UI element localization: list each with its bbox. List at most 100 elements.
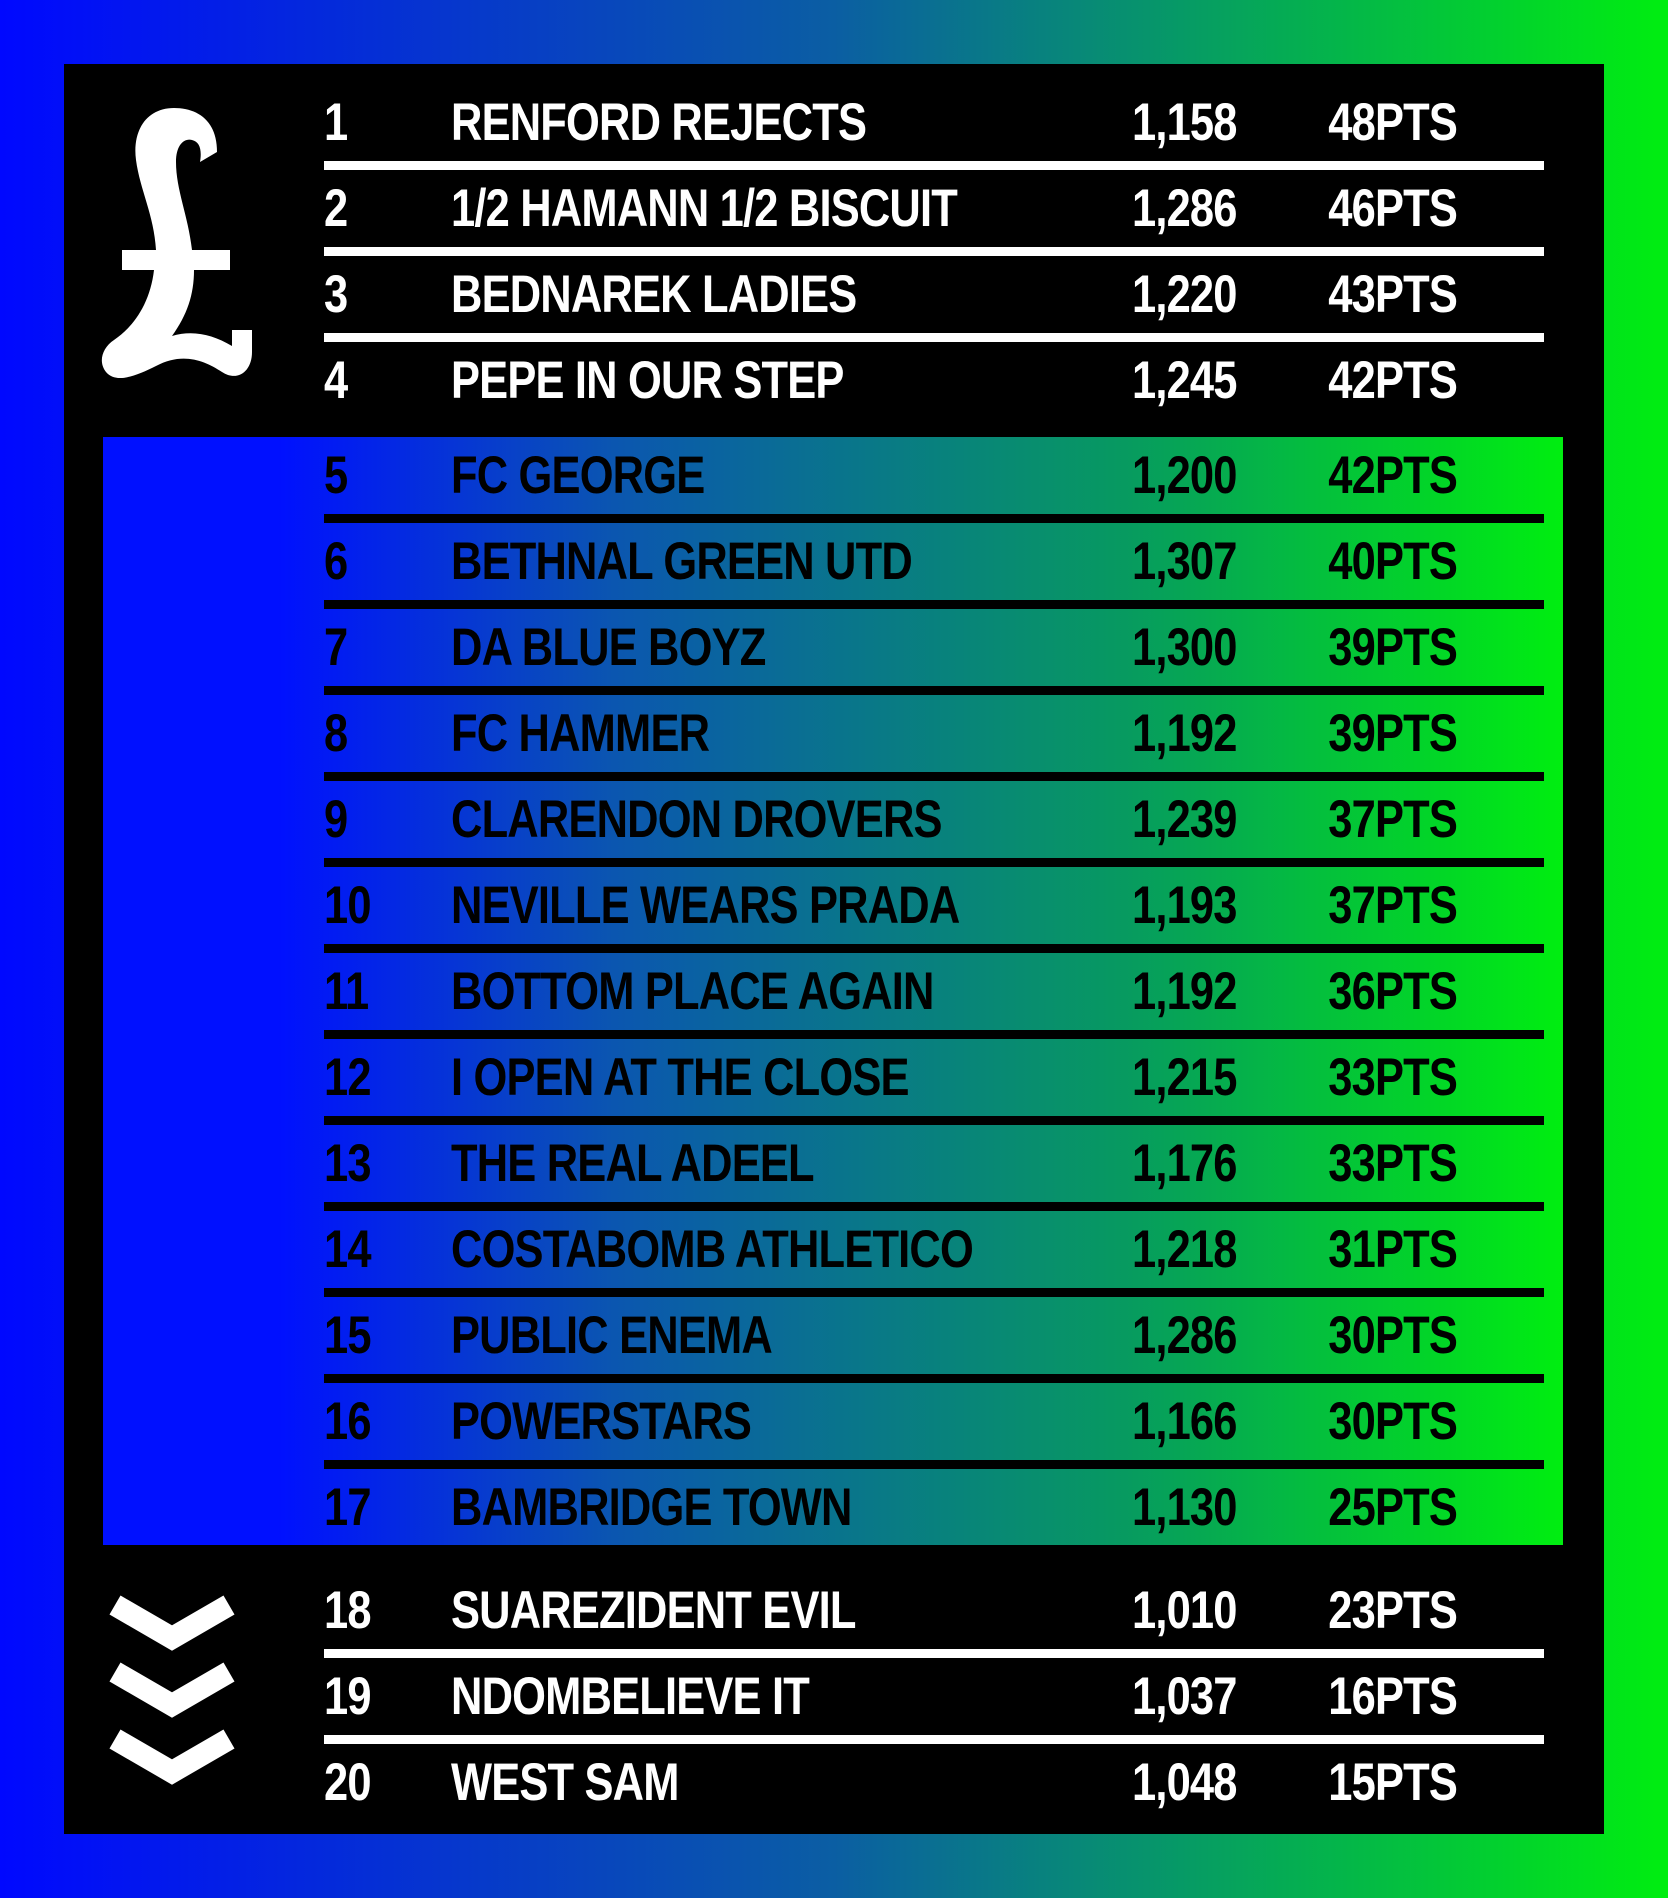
table-row: 17 BAMBRIDGE TOWN 1,130 25PTS: [324, 1465, 1544, 1551]
row-value: 1,158: [1132, 93, 1237, 152]
row-team-name: COSTABOMB ATHLETICO: [451, 1220, 974, 1279]
table-row: 3 BEDNAREK LADIES 1,220 43PTS: [324, 252, 1544, 338]
row-points: 42PTS: [1328, 446, 1458, 505]
table-row: 11 BOTTOM PLACE AGAIN 1,192 36PTS: [324, 949, 1544, 1035]
row-value: 1,010: [1132, 1581, 1237, 1640]
row-value: 1,193: [1132, 876, 1237, 935]
row-value: 1,200: [1132, 446, 1237, 505]
row-team-name: SUAREZIDENT EVIL: [451, 1581, 856, 1640]
row-team-name: BAMBRIDGE TOWN: [451, 1478, 852, 1537]
row-points: 39PTS: [1328, 704, 1458, 763]
row-value: 1,176: [1132, 1134, 1237, 1193]
row-points: 43PTS: [1328, 265, 1458, 324]
row-points: 42PTS: [1328, 351, 1458, 410]
row-points: 36PTS: [1328, 962, 1458, 1021]
row-points: 37PTS: [1328, 790, 1458, 849]
row-value: 1,166: [1132, 1392, 1237, 1451]
row-value: 1,192: [1132, 704, 1237, 763]
row-team-name: POWERSTARS: [451, 1392, 752, 1451]
row-position: 2: [324, 179, 348, 238]
row-points: 40PTS: [1328, 532, 1458, 591]
row-points: 25PTS: [1328, 1478, 1458, 1537]
row-team-name: PEPE IN OUR STEP: [451, 351, 844, 410]
table-row: 18 SUAREZIDENT EVIL 1,010 23PTS: [324, 1568, 1544, 1654]
row-position: 4: [324, 351, 348, 410]
row-team-name: PUBLIC ENEMA: [451, 1306, 773, 1365]
table-row: 15 PUBLIC ENEMA 1,286 30PTS: [324, 1293, 1544, 1379]
row-value: 1,215: [1132, 1048, 1237, 1107]
row-value: 1,192: [1132, 962, 1237, 1021]
row-team-name: NEVILLE WEARS PRADA: [451, 876, 960, 935]
row-position: 14: [324, 1220, 372, 1279]
row-position: 3: [324, 265, 348, 324]
row-position: 6: [324, 532, 348, 591]
row-value: 1,300: [1132, 618, 1237, 677]
table-row: 5 FC GEORGE 1,200 42PTS: [324, 433, 1544, 519]
row-points: 46PTS: [1328, 179, 1458, 238]
row-position: 18: [324, 1581, 372, 1640]
table-row: 12 I OPEN AT THE CLOSE 1,215 33PTS: [324, 1035, 1544, 1121]
row-points: 23PTS: [1328, 1581, 1458, 1640]
table-row: 6 BETHNAL GREEN UTD 1,307 40PTS: [324, 519, 1544, 605]
row-position: 15: [324, 1306, 372, 1365]
row-team-name: I OPEN AT THE CLOSE: [451, 1048, 910, 1107]
row-value: 1,220: [1132, 265, 1237, 324]
row-team-name: DA BLUE BOYZ: [451, 618, 766, 677]
row-position: 17: [324, 1478, 372, 1537]
row-position: 8: [324, 704, 348, 763]
row-position: 11: [324, 962, 369, 1021]
row-position: 16: [324, 1392, 372, 1451]
row-value: 1,245: [1132, 351, 1237, 410]
row-position: 5: [324, 446, 348, 505]
table-row: 13 THE REAL ADEEL 1,176 33PTS: [324, 1121, 1544, 1207]
row-points: 39PTS: [1328, 618, 1458, 677]
table-row: 1 RENFORD REJECTS 1,158 48PTS: [324, 80, 1544, 166]
row-value: 1,048: [1132, 1753, 1237, 1812]
row-team-name: FC HAMMER: [451, 704, 710, 763]
table-row: 9 CLARENDON DROVERS 1,239 37PTS: [324, 777, 1544, 863]
row-points: 33PTS: [1328, 1048, 1458, 1107]
row-value: 1,130: [1132, 1478, 1237, 1537]
table-row: 7 DA BLUE BOYZ 1,300 39PTS: [324, 605, 1544, 691]
row-position: 9: [324, 790, 348, 849]
row-points: 31PTS: [1328, 1220, 1458, 1279]
row-position: 20: [324, 1753, 372, 1812]
row-team-name: NDOMBELIEVE IT: [451, 1667, 810, 1726]
row-points: 37PTS: [1328, 876, 1458, 935]
table-row: 20 WEST SAM 1,048 15PTS: [324, 1740, 1544, 1826]
table-row: 8 FC HAMMER 1,192 39PTS: [324, 691, 1544, 777]
row-value: 1,286: [1132, 1306, 1237, 1365]
row-points: 16PTS: [1328, 1667, 1458, 1726]
row-team-name: WEST SAM: [451, 1753, 679, 1812]
row-team-name: BOTTOM PLACE AGAIN: [451, 962, 934, 1021]
relegation-chevrons-icon: [109, 1595, 235, 1785]
row-position: 13: [324, 1134, 372, 1193]
row-points: 48PTS: [1328, 93, 1458, 152]
row-team-name: 1/2 HAMANN 1/2 BISCUIT: [451, 179, 958, 238]
row-team-name: FC GEORGE: [451, 446, 705, 505]
table-row: 2 1/2 HAMANN 1/2 BISCUIT 1,286 46PTS: [324, 166, 1544, 252]
row-value: 1,286: [1132, 179, 1237, 238]
row-team-name: BETHNAL GREEN UTD: [451, 532, 913, 591]
row-value: 1,037: [1132, 1667, 1237, 1726]
row-position: 12: [324, 1048, 372, 1107]
row-points: 33PTS: [1328, 1134, 1458, 1193]
table-row: 19 NDOMBELIEVE IT 1,037 16PTS: [324, 1654, 1544, 1740]
row-position: 10: [324, 876, 372, 935]
row-position: 19: [324, 1667, 372, 1726]
table-row: 14 COSTABOMB ATHLETICO 1,218 31PTS: [324, 1207, 1544, 1293]
row-value: 1,218: [1132, 1220, 1237, 1279]
table-row: 16 POWERSTARS 1,166 30PTS: [324, 1379, 1544, 1465]
table-row: 10 NEVILLE WEARS PRADA 1,193 37PTS: [324, 863, 1544, 949]
row-points: 15PTS: [1328, 1753, 1458, 1812]
row-team-name: THE REAL ADEEL: [451, 1134, 815, 1193]
row-points: 30PTS: [1328, 1306, 1458, 1365]
row-team-name: BEDNAREK LADIES: [451, 265, 857, 324]
row-value: 1,307: [1132, 532, 1237, 591]
row-points: 30PTS: [1328, 1392, 1458, 1451]
table-row: 4 PEPE IN OUR STEP 1,245 42PTS: [324, 338, 1544, 424]
row-team-name: CLARENDON DROVERS: [451, 790, 943, 849]
row-value: 1,239: [1132, 790, 1237, 849]
pound-sign-icon: [101, 108, 253, 379]
row-position: 7: [324, 618, 348, 677]
